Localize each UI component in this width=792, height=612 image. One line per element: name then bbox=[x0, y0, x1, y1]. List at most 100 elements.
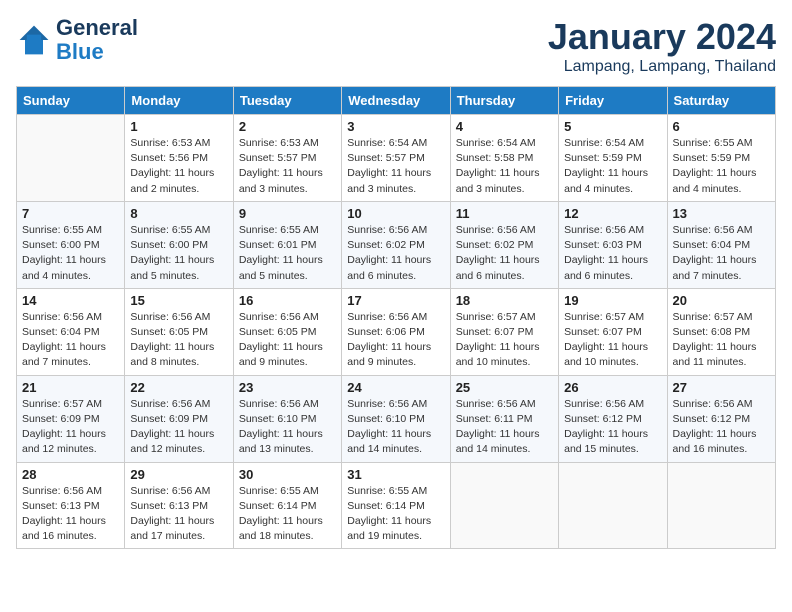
day-number: 17 bbox=[347, 293, 444, 308]
day-number: 24 bbox=[347, 380, 444, 395]
day-number: 23 bbox=[239, 380, 336, 395]
day-info: Sunrise: 6:56 AMSunset: 6:10 PMDaylight:… bbox=[347, 397, 444, 458]
day-number: 10 bbox=[347, 206, 444, 221]
day-info: Sunrise: 6:55 AMSunset: 6:14 PMDaylight:… bbox=[239, 484, 336, 545]
calendar-cell: 5 Sunrise: 6:54 AMSunset: 5:59 PMDaylight… bbox=[559, 115, 667, 202]
day-info: Sunrise: 6:56 AMSunset: 6:05 PMDaylight:… bbox=[130, 310, 227, 371]
calendar-cell: 11Sunrise: 6:56 AMSunset: 6:02 PMDayligh… bbox=[450, 201, 558, 288]
day-info: Sunrise: 6:56 AMSunset: 6:06 PMDaylight:… bbox=[347, 310, 444, 371]
calendar-cell: 29 Sunrise: 6:56 AMSunset: 6:13 PMDayligh… bbox=[125, 462, 233, 549]
day-info: Sunrise: 6:54 AMSunset: 5:58 PMDaylight:… bbox=[456, 136, 553, 197]
calendar-cell: 2Sunrise: 6:53 AMSunset: 5:57 PMDaylight… bbox=[233, 115, 341, 202]
day-info: Sunrise: 6:57 AMSunset: 6:07 PMDaylight:… bbox=[564, 310, 661, 371]
day-info: Sunrise: 6:56 AMSunset: 6:13 PMDaylight:… bbox=[22, 484, 119, 545]
calendar-cell bbox=[667, 462, 775, 549]
day-info: Sunrise: 6:56 AMSunset: 6:04 PMDaylight:… bbox=[22, 310, 119, 371]
weekday-header-friday: Friday bbox=[559, 87, 667, 115]
day-number: 29 bbox=[130, 467, 227, 482]
calendar-table: SundayMondayTuesdayWednesdayThursdayFrid… bbox=[16, 86, 776, 549]
day-info: Sunrise: 6:55 AMSunset: 5:59 PMDaylight:… bbox=[673, 136, 770, 197]
calendar-cell: 25 Sunrise: 6:56 AMSunset: 6:11 PMDayligh… bbox=[450, 375, 558, 462]
day-info: Sunrise: 6:57 AMSunset: 6:08 PMDaylight:… bbox=[673, 310, 770, 371]
weekday-header-monday: Monday bbox=[125, 87, 233, 115]
day-number: 26 bbox=[564, 380, 661, 395]
day-number: 21 bbox=[22, 380, 119, 395]
day-info: Sunrise: 6:54 AMSunset: 5:59 PMDaylight:… bbox=[564, 136, 661, 197]
day-info: Sunrise: 6:56 AMSunset: 6:12 PMDaylight:… bbox=[673, 397, 770, 458]
day-number: 15 bbox=[130, 293, 227, 308]
calendar-cell: 16Sunrise: 6:56 AMSunset: 6:05 PMDayligh… bbox=[233, 288, 341, 375]
day-number: 4 bbox=[456, 119, 553, 134]
page-header: General Blue January 2024 Lampang, Lampa… bbox=[16, 16, 776, 76]
day-number: 6 bbox=[673, 119, 770, 134]
day-info: Sunrise: 6:55 AMSunset: 6:01 PMDaylight:… bbox=[239, 223, 336, 284]
calendar-cell: 31 Sunrise: 6:55 AMSunset: 6:14 PMDayligh… bbox=[342, 462, 450, 549]
day-number: 3 bbox=[347, 119, 444, 134]
calendar-cell: 6 Sunrise: 6:55 AMSunset: 5:59 PMDaylight… bbox=[667, 115, 775, 202]
day-info: Sunrise: 6:55 AMSunset: 6:14 PMDaylight:… bbox=[347, 484, 444, 545]
weekday-header-wednesday: Wednesday bbox=[342, 87, 450, 115]
calendar-week-row: 21Sunrise: 6:57 AMSunset: 6:09 PMDayligh… bbox=[17, 375, 776, 462]
day-info: Sunrise: 6:55 AMSunset: 6:00 PMDaylight:… bbox=[130, 223, 227, 284]
day-number: 11 bbox=[456, 206, 553, 221]
weekday-header-saturday: Saturday bbox=[667, 87, 775, 115]
day-info: Sunrise: 6:55 AMSunset: 6:00 PMDaylight:… bbox=[22, 223, 119, 284]
day-number: 18 bbox=[456, 293, 553, 308]
logo: General Blue bbox=[16, 16, 138, 64]
calendar-cell: 10 Sunrise: 6:56 AMSunset: 6:02 PMDayligh… bbox=[342, 201, 450, 288]
calendar-week-row: 7 Sunrise: 6:55 AMSunset: 6:00 PMDaylight… bbox=[17, 201, 776, 288]
calendar-cell: 19Sunrise: 6:57 AMSunset: 6:07 PMDayligh… bbox=[559, 288, 667, 375]
calendar-cell: 20 Sunrise: 6:57 AMSunset: 6:08 PMDayligh… bbox=[667, 288, 775, 375]
day-number: 31 bbox=[347, 467, 444, 482]
day-info: Sunrise: 6:53 AMSunset: 5:57 PMDaylight:… bbox=[239, 136, 336, 197]
day-number: 7 bbox=[22, 206, 119, 221]
calendar-body: 1 Sunrise: 6:53 AMSunset: 5:56 PMDaylight… bbox=[17, 115, 776, 549]
day-number: 9 bbox=[239, 206, 336, 221]
weekday-header-tuesday: Tuesday bbox=[233, 87, 341, 115]
calendar-cell bbox=[450, 462, 558, 549]
calendar-cell: 21Sunrise: 6:57 AMSunset: 6:09 PMDayligh… bbox=[17, 375, 125, 462]
calendar-cell: 13Sunrise: 6:56 AMSunset: 6:04 PMDayligh… bbox=[667, 201, 775, 288]
calendar-week-row: 14 Sunrise: 6:56 AMSunset: 6:04 PMDayligh… bbox=[17, 288, 776, 375]
weekday-header-thursday: Thursday bbox=[450, 87, 558, 115]
day-info: Sunrise: 6:56 AMSunset: 6:09 PMDaylight:… bbox=[130, 397, 227, 458]
day-info: Sunrise: 6:56 AMSunset: 6:12 PMDaylight:… bbox=[564, 397, 661, 458]
calendar-cell: 3 Sunrise: 6:54 AMSunset: 5:57 PMDaylight… bbox=[342, 115, 450, 202]
weekday-header-sunday: Sunday bbox=[17, 87, 125, 115]
day-info: Sunrise: 6:57 AMSunset: 6:07 PMDaylight:… bbox=[456, 310, 553, 371]
day-number: 25 bbox=[456, 380, 553, 395]
calendar-week-row: 1 Sunrise: 6:53 AMSunset: 5:56 PMDaylight… bbox=[17, 115, 776, 202]
calendar-cell: 7 Sunrise: 6:55 AMSunset: 6:00 PMDaylight… bbox=[17, 201, 125, 288]
day-info: Sunrise: 6:53 AMSunset: 5:56 PMDaylight:… bbox=[130, 136, 227, 197]
calendar-week-row: 28 Sunrise: 6:56 AMSunset: 6:13 PMDayligh… bbox=[17, 462, 776, 549]
day-number: 20 bbox=[673, 293, 770, 308]
month-title: January 2024 bbox=[548, 16, 776, 58]
day-number: 28 bbox=[22, 467, 119, 482]
calendar-cell: 30 Sunrise: 6:55 AMSunset: 6:14 PMDayligh… bbox=[233, 462, 341, 549]
day-number: 1 bbox=[130, 119, 227, 134]
day-number: 13 bbox=[673, 206, 770, 221]
calendar-cell: 26 Sunrise: 6:56 AMSunset: 6:12 PMDayligh… bbox=[559, 375, 667, 462]
day-info: Sunrise: 6:56 AMSunset: 6:13 PMDaylight:… bbox=[130, 484, 227, 545]
location-title: Lampang, Lampang, Thailand bbox=[548, 58, 776, 76]
calendar-cell: 8 Sunrise: 6:55 AMSunset: 6:00 PMDaylight… bbox=[125, 201, 233, 288]
calendar-cell: 12 Sunrise: 6:56 AMSunset: 6:03 PMDayligh… bbox=[559, 201, 667, 288]
day-info: Sunrise: 6:56 AMSunset: 6:02 PMDaylight:… bbox=[347, 223, 444, 284]
day-number: 8 bbox=[130, 206, 227, 221]
calendar-cell: 17 Sunrise: 6:56 AMSunset: 6:06 PMDayligh… bbox=[342, 288, 450, 375]
calendar-cell: 1 Sunrise: 6:53 AMSunset: 5:56 PMDaylight… bbox=[125, 115, 233, 202]
day-number: 12 bbox=[564, 206, 661, 221]
day-info: Sunrise: 6:56 AMSunset: 6:11 PMDaylight:… bbox=[456, 397, 553, 458]
calendar-cell: 4 Sunrise: 6:54 AMSunset: 5:58 PMDaylight… bbox=[450, 115, 558, 202]
day-number: 16 bbox=[239, 293, 336, 308]
day-number: 14 bbox=[22, 293, 119, 308]
calendar-cell: 15 Sunrise: 6:56 AMSunset: 6:05 PMDayligh… bbox=[125, 288, 233, 375]
calendar-cell: 9 Sunrise: 6:55 AMSunset: 6:01 PMDaylight… bbox=[233, 201, 341, 288]
day-info: Sunrise: 6:56 AMSunset: 6:03 PMDaylight:… bbox=[564, 223, 661, 284]
calendar-cell: 28 Sunrise: 6:56 AMSunset: 6:13 PMDayligh… bbox=[17, 462, 125, 549]
title-block: January 2024 Lampang, Lampang, Thailand bbox=[548, 16, 776, 76]
day-info: Sunrise: 6:54 AMSunset: 5:57 PMDaylight:… bbox=[347, 136, 444, 197]
day-number: 30 bbox=[239, 467, 336, 482]
calendar-cell: 27Sunrise: 6:56 AMSunset: 6:12 PMDayligh… bbox=[667, 375, 775, 462]
day-number: 5 bbox=[564, 119, 661, 134]
